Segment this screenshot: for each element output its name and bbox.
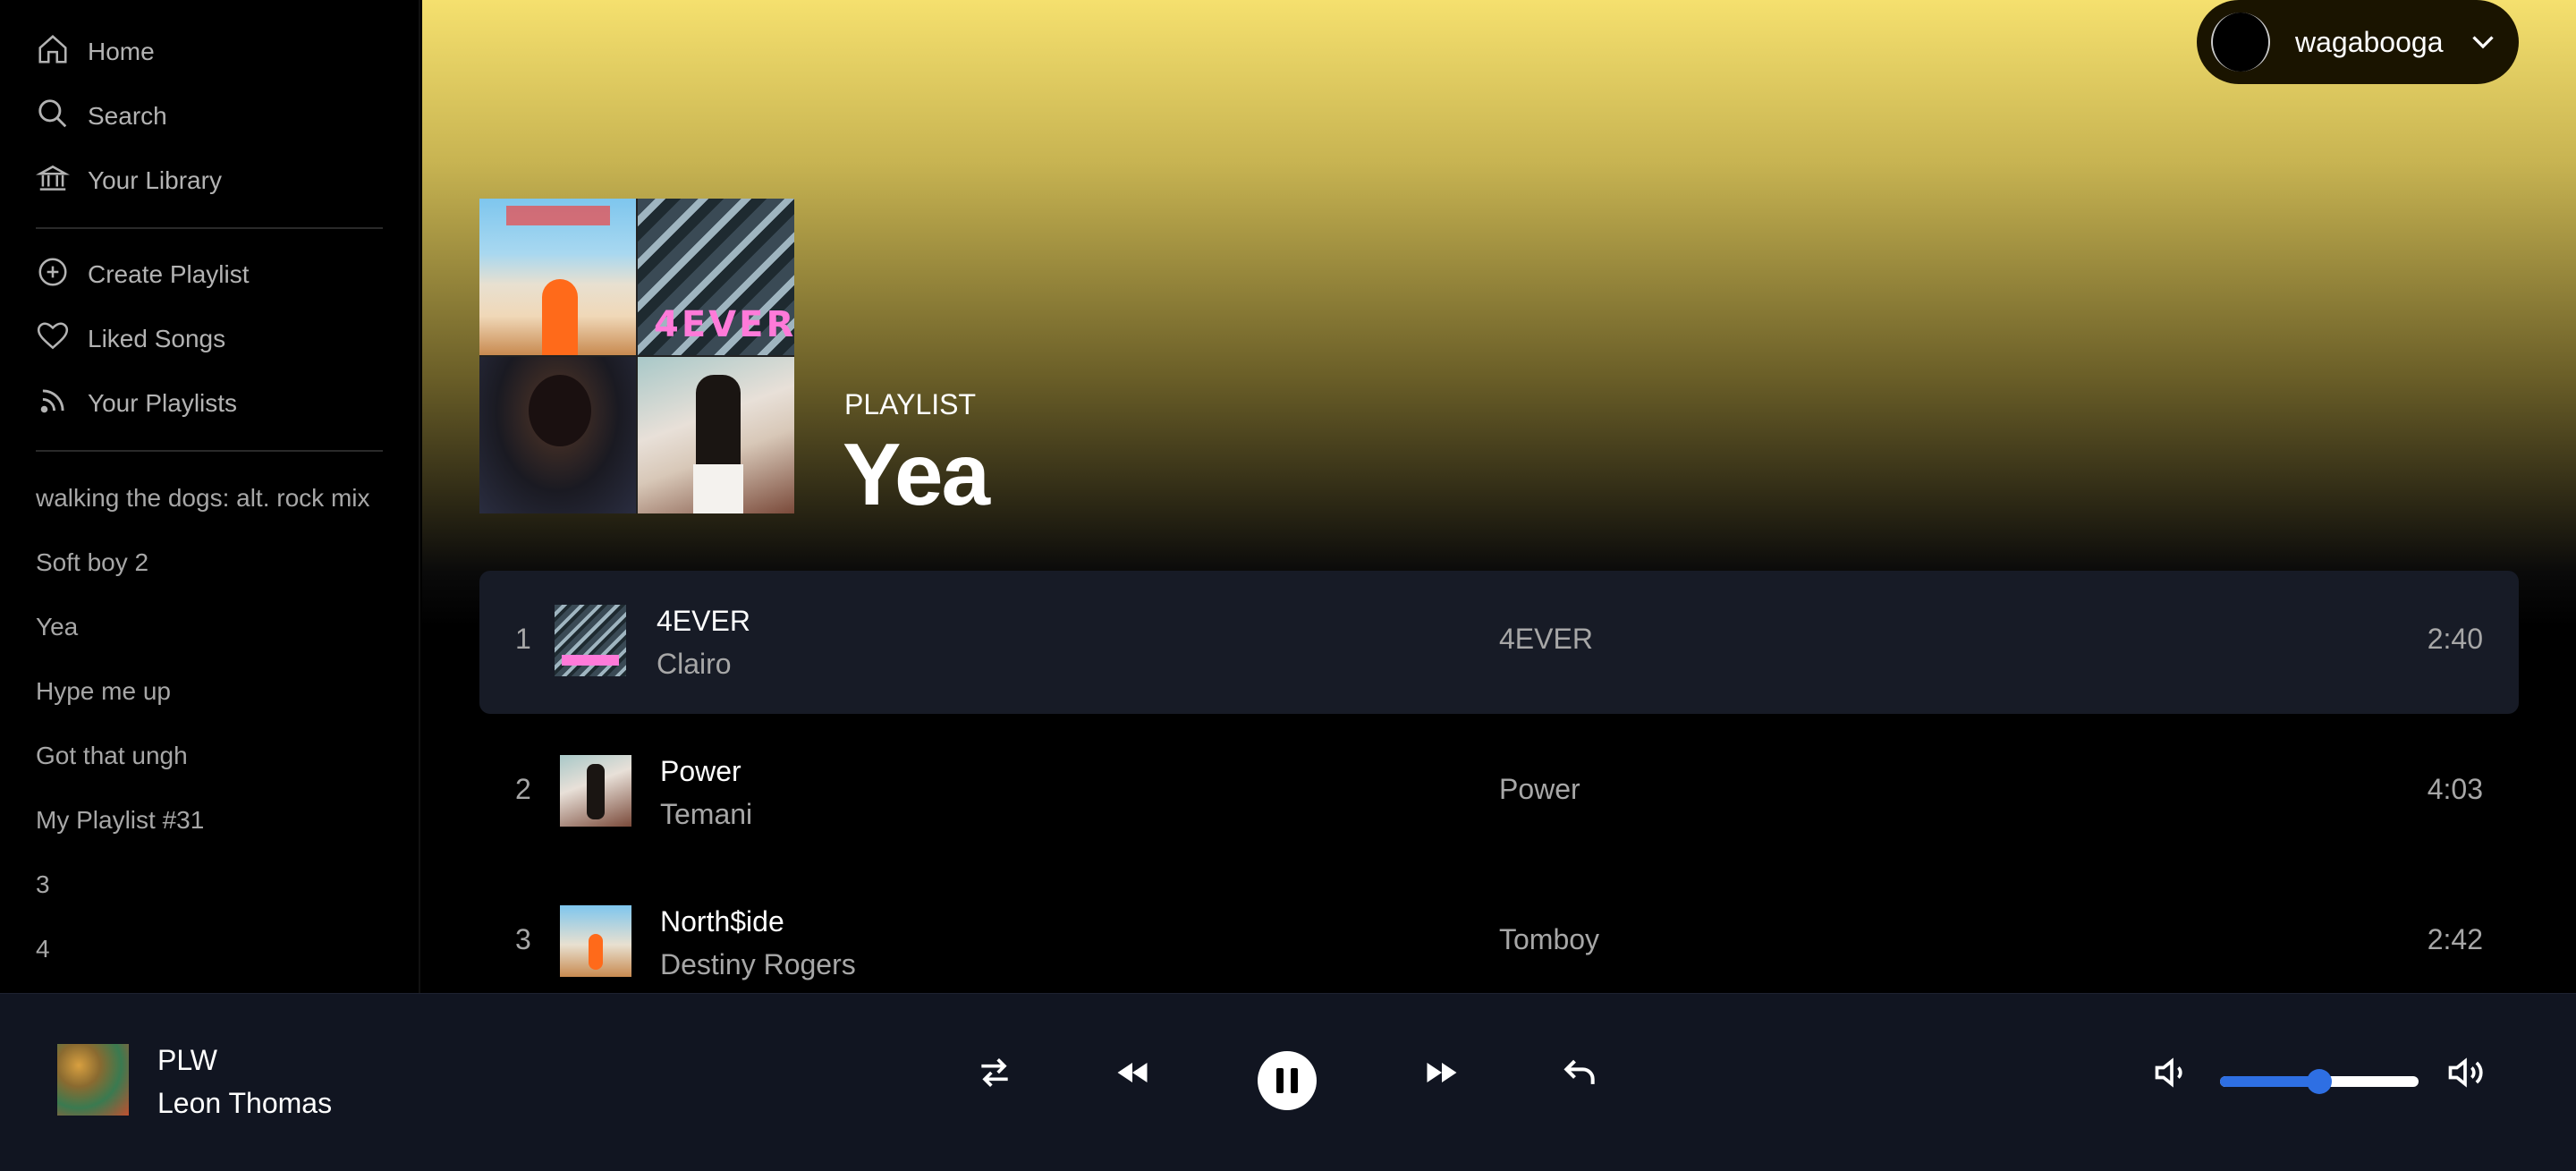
sidebar-divider [36, 227, 383, 229]
heart-icon [36, 319, 70, 360]
page-title: Yea [843, 425, 990, 523]
undo-icon[interactable] [1560, 1053, 1599, 1092]
nav-search[interactable]: Search [36, 94, 167, 139]
track-artist[interactable]: Clairo [657, 648, 732, 681]
track-duration: 4:03 [2427, 773, 2483, 805]
username: wagabooga [2295, 25, 2444, 58]
plus-circle-icon [36, 255, 70, 295]
track-duration: 2:42 [2427, 923, 2483, 955]
track-album[interactable]: Power [1499, 773, 1580, 806]
nav-library-label: Your Library [88, 166, 222, 194]
track-duration: 2:40 [2427, 623, 2483, 655]
track-thumbnail [555, 605, 626, 676]
create-playlist-button[interactable]: Create Playlist [36, 252, 250, 297]
track-thumbnail [560, 905, 631, 977]
volume-slider-thumb[interactable] [2307, 1069, 2332, 1094]
track-artist[interactable]: Destiny Rogers [660, 948, 856, 981]
search-icon [36, 97, 70, 137]
nav-library[interactable]: Your Library [35, 158, 222, 203]
nav-search-label: Search [88, 102, 167, 130]
volume-down-icon[interactable] [2152, 1053, 2191, 1092]
sidebar-playlist-item[interactable]: Soft boy 2 [36, 548, 148, 577]
your-playlists-link[interactable]: Your Playlists [36, 381, 237, 426]
track-number: 1 [515, 623, 531, 655]
create-playlist-label: Create Playlist [88, 260, 250, 288]
liked-songs-label: Liked Songs [88, 325, 226, 352]
track-artist[interactable]: Temani [660, 798, 752, 831]
track-title: Power [660, 755, 741, 787]
user-menu-button[interactable]: wagabooga [2197, 0, 2519, 84]
now-playing-artist[interactable]: Leon Thomas [157, 1087, 332, 1120]
sidebar-playlist-item[interactable]: My Playlist #31 [36, 806, 204, 835]
sidebar: Home Search Your Library Create Playlist… [0, 0, 420, 993]
chevron-down-icon [2472, 36, 2494, 49]
sidebar-playlist-item[interactable]: Yea [36, 613, 78, 641]
now-playing-title[interactable]: PLW [157, 1044, 217, 1077]
repeat-icon[interactable] [975, 1053, 1014, 1092]
track-album[interactable]: 4EVER [1499, 623, 1593, 656]
volume-up-icon[interactable] [2445, 1053, 2485, 1092]
pause-icon [1273, 1068, 1301, 1093]
volume-fill [2220, 1076, 2319, 1087]
track-row[interactable]: 3 North$ide Destiny Rogers Tomboy 2:42 [479, 871, 2519, 993]
nav-home-label: Home [88, 38, 155, 65]
next-icon[interactable] [1422, 1053, 1462, 1092]
playlist-cover: 4EVER [479, 199, 794, 513]
sidebar-playlist-item[interactable]: 3 [36, 870, 50, 899]
avatar [2211, 13, 2270, 72]
track-row[interactable]: 1 4EVER Clairo 4EVER 2:40 [479, 571, 2519, 714]
pause-button[interactable] [1258, 1051, 1317, 1110]
track-number: 3 [515, 923, 531, 955]
track-thumbnail [560, 755, 631, 827]
previous-icon[interactable] [1113, 1053, 1152, 1092]
your-playlists-label: Your Playlists [88, 389, 238, 417]
main-content: wagabooga 4EVER PLAYLIST Yea 1 4EVER Cla… [422, 0, 2576, 993]
library-icon [35, 161, 71, 201]
sidebar-playlist-item[interactable]: Hype me up [36, 677, 171, 706]
player-bar: PLW Leon Thomas [0, 993, 2576, 1171]
track-title: 4EVER [657, 605, 750, 637]
cover-art-tile [479, 199, 636, 355]
rss-icon [36, 384, 70, 424]
nav-home[interactable]: Home [36, 30, 155, 74]
cover-art-tile [638, 357, 794, 513]
cover-art-tile [479, 357, 636, 513]
sidebar-playlist-item[interactable]: walking the dogs: alt. rock mix [36, 484, 370, 513]
track-album[interactable]: Tomboy [1499, 923, 1599, 956]
sidebar-divider [36, 450, 383, 452]
track-row[interactable]: 2 Power Temani Power 4:03 [479, 721, 2519, 864]
home-icon [36, 32, 70, 72]
track-title: North$ide [660, 905, 784, 938]
playlist-type-label: PLAYLIST [844, 388, 977, 420]
track-number: 2 [515, 773, 531, 805]
sidebar-playlist-item[interactable]: 4 [36, 935, 50, 963]
now-playing-art [57, 1044, 129, 1116]
liked-songs-link[interactable]: Liked Songs [36, 317, 225, 361]
sidebar-playlist-item[interactable]: Got that ungh [36, 742, 188, 770]
cover-art-tile: 4EVER [638, 199, 794, 355]
